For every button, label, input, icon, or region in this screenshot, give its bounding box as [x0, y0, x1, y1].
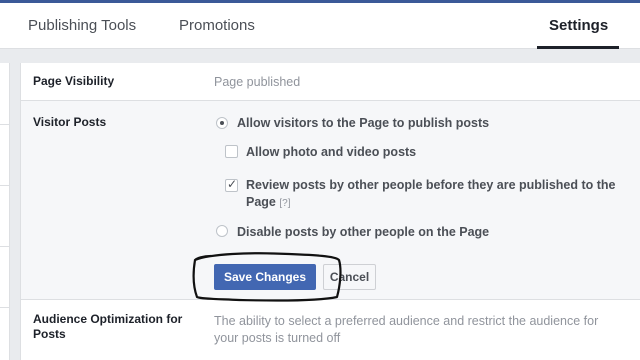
- audience-optimization-label-line2: Posts: [33, 327, 66, 341]
- audience-optimization-row[interactable]: Audience Optimization for Posts The abili…: [21, 300, 640, 360]
- review-posts-label[interactable]: Review posts by other people before they…: [246, 177, 616, 193]
- audience-optimization-label: Audience Optimization for Posts: [33, 312, 182, 342]
- active-tab-indicator: [537, 46, 619, 49]
- tab-promotions[interactable]: Promotions: [179, 17, 255, 34]
- left-settings-nav: [0, 63, 10, 360]
- review-posts-label-cont[interactable]: Page [?]: [246, 194, 291, 212]
- help-link[interactable]: [?]: [279, 198, 290, 209]
- settings-panel: Page Visibility Page published Visitor P…: [20, 63, 640, 360]
- page-tabs: Publishing Tools Promotions Settings: [0, 3, 640, 49]
- nav-divider: [0, 185, 10, 186]
- review-posts-checkbox[interactable]: [225, 177, 238, 192]
- audience-optimization-value: The ability to select a preferred audien…: [214, 313, 598, 347]
- nav-divider: [0, 246, 10, 247]
- audience-optimization-value-line1: The ability to select a preferred audien…: [214, 314, 599, 328]
- allow-visitors-radio[interactable]: [216, 117, 228, 129]
- tab-publishing-tools[interactable]: Publishing Tools: [28, 17, 136, 34]
- nav-divider: [0, 307, 10, 308]
- visitor-posts-label: Visitor Posts: [33, 115, 107, 129]
- disable-posts-label[interactable]: Disable posts by other people on the Pag…: [237, 224, 489, 240]
- audience-optimization-label-line1: Audience Optimization for: [33, 312, 183, 326]
- tab-settings[interactable]: Settings: [549, 17, 608, 34]
- nav-divider: [0, 124, 10, 125]
- page-visibility-value: Page published: [214, 75, 301, 89]
- disable-posts-radio[interactable]: [216, 225, 228, 237]
- page-visibility-row[interactable]: Page Visibility Page published: [21, 63, 640, 101]
- allow-photo-video-checkbox[interactable]: [225, 145, 238, 158]
- allow-photo-video-label[interactable]: Allow photo and video posts: [246, 144, 416, 160]
- audience-optimization-value-line2: your posts is turned off: [214, 331, 341, 345]
- hand-drawn-highlight: [192, 252, 342, 302]
- allow-visitors-label[interactable]: Allow visitors to the Page to publish po…: [237, 115, 489, 131]
- review-posts-page-text: Page: [246, 195, 276, 209]
- page-visibility-label: Page Visibility: [33, 74, 115, 88]
